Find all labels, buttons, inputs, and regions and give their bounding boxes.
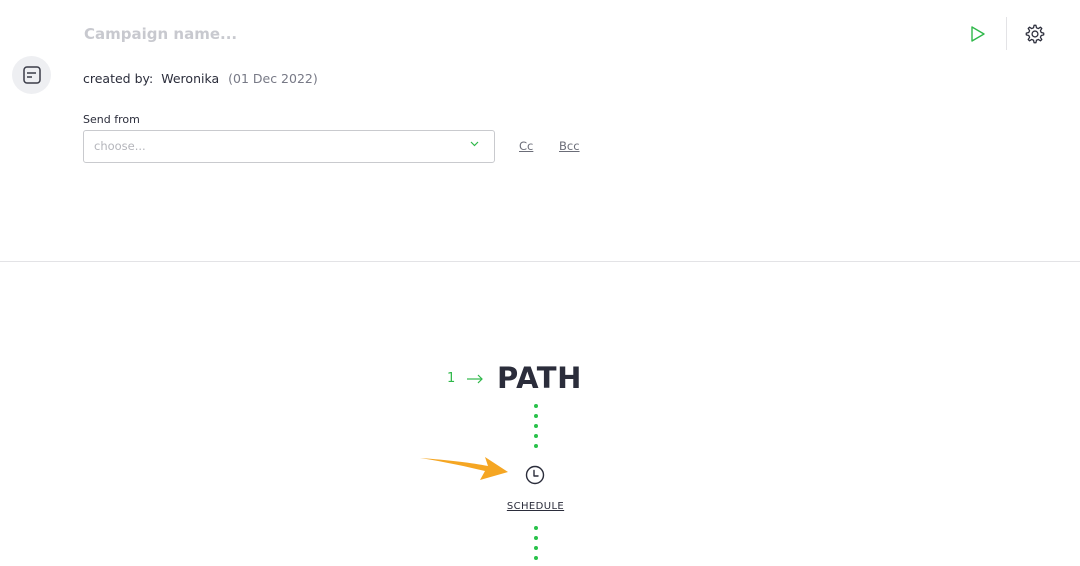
connector-dots bbox=[534, 404, 538, 454]
connector-dots bbox=[534, 526, 538, 566]
schedule-link[interactable]: SCHEDULE bbox=[0, 501, 1071, 512]
created-by-label: created by: bbox=[83, 71, 154, 86]
document-button[interactable] bbox=[12, 56, 51, 94]
step-number: 1 bbox=[447, 371, 456, 386]
chevron-down-icon bbox=[470, 141, 479, 147]
campaign-name-input[interactable] bbox=[82, 20, 606, 48]
created-date: (01 Dec 2022) bbox=[228, 71, 318, 86]
bcc-button[interactable]: Bcc bbox=[559, 139, 580, 153]
toolbar-divider bbox=[1006, 17, 1007, 50]
play-icon bbox=[971, 26, 985, 42]
send-from-label: Send from bbox=[83, 113, 140, 126]
send-from-select[interactable]: choose... bbox=[83, 130, 495, 163]
clock-icon[interactable] bbox=[524, 464, 546, 486]
run-button[interactable] bbox=[965, 22, 991, 46]
gear-icon bbox=[1025, 24, 1045, 44]
created-by-line: created by: Weronika (01 Dec 2022) bbox=[83, 71, 318, 86]
pointer-arrow bbox=[420, 457, 508, 480]
path-title: PATH bbox=[497, 361, 582, 395]
author-name: Weronika bbox=[161, 71, 220, 86]
path-header: 1 PATH bbox=[0, 360, 1080, 400]
document-icon bbox=[22, 66, 41, 84]
campaign-header: created by: Weronika (01 Dec 2022) Send fr… bbox=[0, 0, 1080, 262]
settings-button[interactable] bbox=[1022, 22, 1048, 46]
cc-button[interactable]: Cc bbox=[519, 139, 533, 153]
arrow-right-icon bbox=[467, 374, 483, 384]
send-from-placeholder: choose... bbox=[94, 139, 146, 153]
